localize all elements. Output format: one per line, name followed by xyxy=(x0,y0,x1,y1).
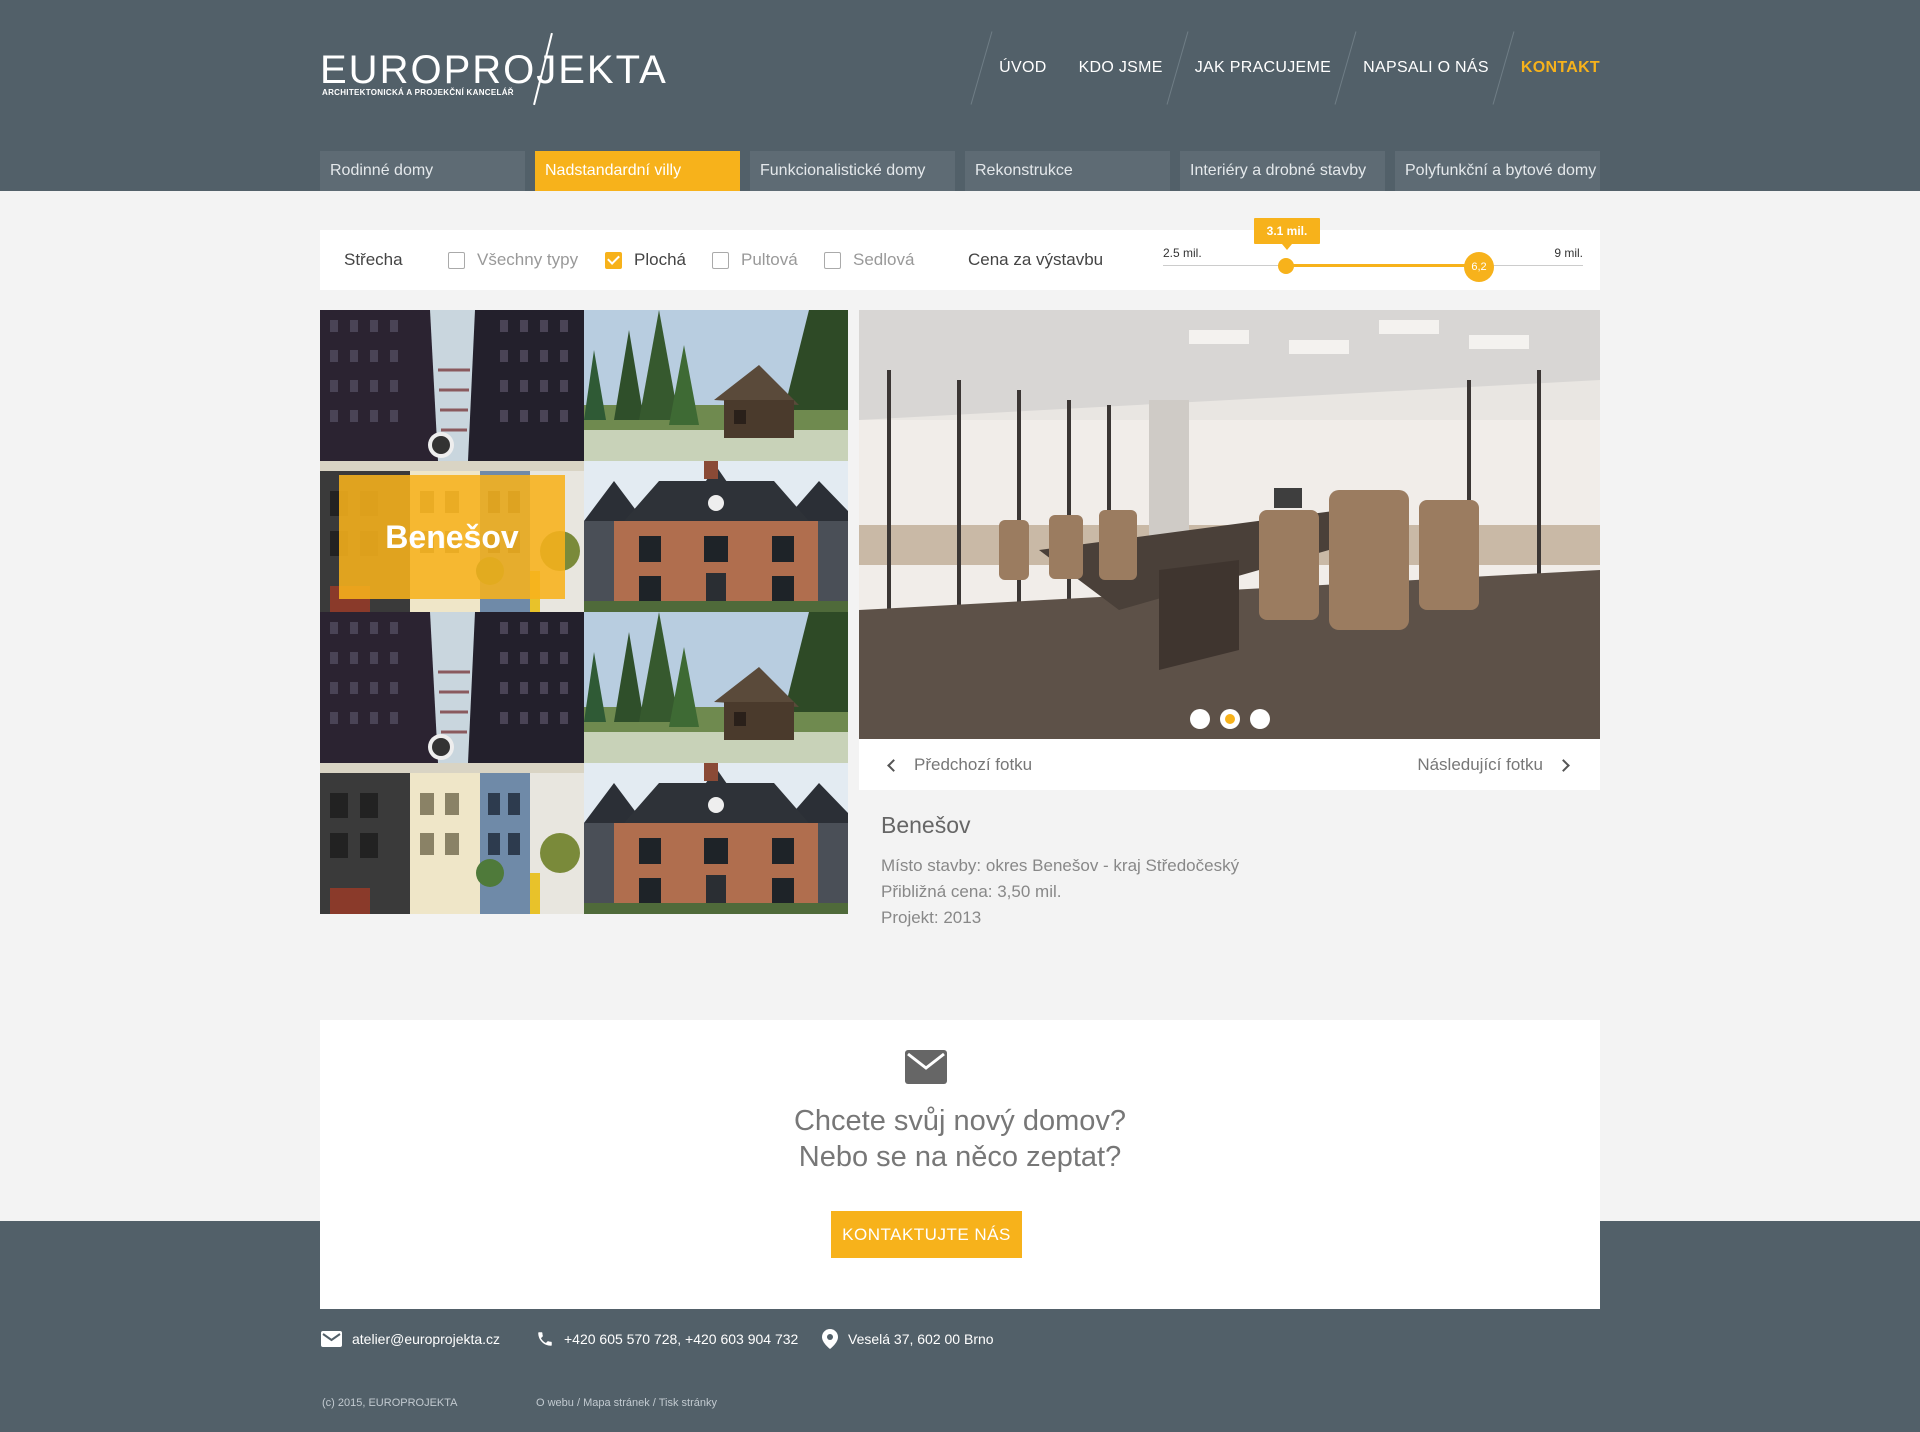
gallery-tile-cabin[interactable] xyxy=(584,310,848,461)
skyscraper-photo xyxy=(320,612,584,763)
project-price: Přibližná cena: 3,50 mil. xyxy=(881,882,1062,901)
category-tabs: Rodinné domy Nadstandardní villy Funkcio… xyxy=(320,151,1600,191)
main-nav: ÚVOD KDO JSME JAK PRACUJEME NAPSALI O NÁ… xyxy=(970,31,1600,105)
cta-heading: Chcete svůj nový domov? Nebo se na něco … xyxy=(320,1103,1600,1175)
gallery-tile-brick-house[interactable] xyxy=(584,461,848,612)
carousel-dot-1[interactable] xyxy=(1189,709,1210,729)
project-title: Benešov xyxy=(881,812,971,838)
footer-address[interactable]: Veselá 37, 602 00 Brno xyxy=(822,1328,994,1350)
slider-range-fill xyxy=(1286,264,1478,267)
photo-navigation: Předchozí fotku Následující fotku xyxy=(859,739,1600,790)
nav-item-napsali-o-nas[interactable]: NAPSALI O NÁS xyxy=(1334,31,1503,105)
next-photo-button[interactable]: Následující fotku xyxy=(1417,739,1570,790)
nav-item-uvod[interactable]: ÚVOD xyxy=(970,31,1060,105)
footer-email[interactable]: atelier@europrojekta.cz xyxy=(321,1328,500,1350)
skyscraper-photo xyxy=(320,310,584,461)
previous-photo-button[interactable]: Předchozí fotku xyxy=(887,739,1032,790)
tab-rodinne-domy[interactable]: Rodinné domy xyxy=(320,151,525,191)
carousel-dot-3[interactable] xyxy=(1249,709,1270,729)
contact-cta-box: Chcete svůj nový domov? Nebo se na něco … xyxy=(320,1020,1600,1309)
tab-polyfunkcni-domy[interactable]: Polyfunkční a bytové domy xyxy=(1395,151,1600,191)
tab-rekonstrukce[interactable]: Rekonstrukce xyxy=(965,151,1170,191)
forest-cabin-photo xyxy=(584,612,848,763)
price-max-label: 9 mil. xyxy=(1554,246,1583,260)
gallery-tile-skyscraper[interactable] xyxy=(320,310,584,461)
checkbox[interactable] xyxy=(448,251,465,269)
chevron-right-icon xyxy=(1557,759,1570,772)
rowhouses-photo xyxy=(320,763,584,914)
brick-house-photo xyxy=(584,461,848,612)
brick-house-photo xyxy=(584,763,848,914)
nav-item-jak-pracujeme[interactable]: JAK PRACUJEME xyxy=(1166,31,1345,105)
tab-interiery[interactable]: Interiéry a drobné stavby xyxy=(1180,151,1385,191)
project-location: Místo stavby: okres Benešov - kraj Střed… xyxy=(881,856,1240,875)
site-header: EUROPROJEKTA ARCHITEKTONICKÁ A PROJEKČNÍ… xyxy=(0,0,1920,191)
price-min-label: 2.5 mil. xyxy=(1163,246,1202,260)
roof-option-all[interactable]: Všechny typy xyxy=(448,230,578,290)
roof-option-flat[interactable]: Plochá xyxy=(605,230,686,290)
cta-line-1: Chcete svůj nový domov? xyxy=(793,1105,1127,1137)
price-filter-label: Cena za výstavbu xyxy=(968,250,1104,269)
project-year: Projekt: 2013 xyxy=(881,908,982,927)
footer-links: O webu / Mapa stránek / Tisk stránky xyxy=(536,1397,717,1409)
footer-link-about[interactable]: O webu xyxy=(536,1397,574,1409)
price-range-slider[interactable]: 2.5 mil. 9 mil. 3.1 mil. 6,2 xyxy=(1163,218,1583,290)
contact-us-button[interactable]: KONTAKTUJTE NÁS xyxy=(831,1211,1022,1258)
gallery-tile-cabin[interactable] xyxy=(584,612,848,763)
photo-carousel-dots xyxy=(859,709,1600,729)
chevron-left-icon xyxy=(887,759,900,772)
footer-link-print[interactable]: Tisk stránky xyxy=(659,1397,717,1409)
nav-item-kontakt[interactable]: KONTAKT xyxy=(1492,31,1600,105)
forest-cabin-photo xyxy=(584,310,848,461)
project-gallery-grid: Benešov xyxy=(320,310,848,914)
location-pin-icon xyxy=(822,1329,838,1349)
gallery-tile-rowhouses[interactable] xyxy=(320,763,584,914)
slider-min-handle[interactable] xyxy=(1278,258,1294,274)
copyright: (c) 2015, EUROPROJEKTA xyxy=(322,1397,458,1409)
tab-funkcionalisticke-domy[interactable]: Funkcionalistické domy xyxy=(750,151,955,191)
roof-option-shed[interactable]: Pultová xyxy=(712,230,798,290)
nav-item-kdo-jsme[interactable]: KDO JSME xyxy=(1061,40,1177,96)
footer-phone[interactable]: +420 605 570 728, +420 603 904 732 xyxy=(536,1328,798,1350)
gallery-tile-skyscraper[interactable] xyxy=(320,612,584,763)
roof-filter-label: Střecha xyxy=(344,250,403,269)
checkbox[interactable] xyxy=(712,251,729,269)
footer-link-sitemap[interactable]: Mapa stránek xyxy=(583,1397,650,1409)
conference-room-photo xyxy=(859,310,1600,739)
gallery-tile-rowhouses-active[interactable]: Benešov xyxy=(320,461,584,612)
logo-text: EUROPROJEKTA xyxy=(320,48,668,92)
envelope-icon xyxy=(905,1050,947,1084)
roof-option-gable[interactable]: Sedlová xyxy=(824,230,914,290)
mail-icon xyxy=(321,1331,342,1347)
filter-bar: Střecha Všechny typy Plochá Pultová Sedl… xyxy=(320,218,1600,290)
project-main-photo xyxy=(859,310,1600,739)
slider-min-tooltip: 3.1 mil. xyxy=(1254,218,1320,250)
tab-nadstandardni-villy[interactable]: Nadstandardní villy xyxy=(535,151,740,191)
carousel-dot-2-active[interactable] xyxy=(1219,709,1240,729)
checkbox-checked[interactable] xyxy=(605,251,622,269)
checkbox[interactable] xyxy=(824,251,841,269)
phone-icon xyxy=(536,1330,554,1348)
cta-line-2: Nebo se na něco zeptat? xyxy=(798,1141,1122,1173)
logo[interactable]: EUROPROJEKTA ARCHITEKTONICKÁ A PROJEKČNÍ… xyxy=(320,30,666,106)
tile-overlay-title: Benešov xyxy=(339,475,565,599)
gallery-tile-brick-house[interactable] xyxy=(584,763,848,914)
logo-subtitle: ARCHITEKTONICKÁ A PROJEKČNÍ KANCELÁŘ xyxy=(322,88,514,97)
project-info: Benešov Místo stavby: okres Benešov - kr… xyxy=(881,812,1581,931)
slider-max-handle[interactable]: 6,2 xyxy=(1464,252,1494,282)
